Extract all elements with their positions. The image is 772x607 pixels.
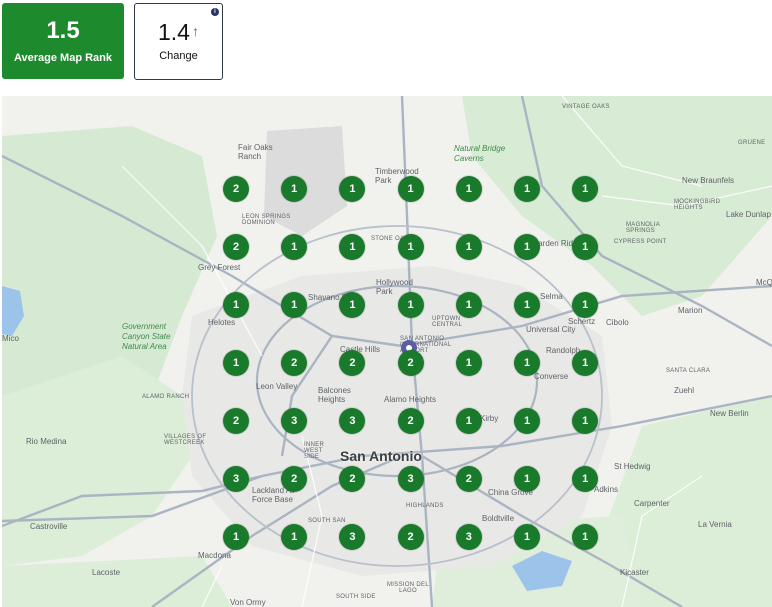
map-label: Carpenter — [634, 499, 670, 508]
map-label: HIGHLANDS — [406, 503, 444, 509]
rank-pin[interactable]: 1 — [397, 292, 424, 318]
rank-pin[interactable]: 1 — [455, 350, 482, 376]
rank-pin[interactable]: 2 — [281, 350, 308, 376]
map-label: Kirby — [480, 414, 499, 423]
rank-pin[interactable]: 3 — [455, 524, 482, 550]
rank-pin[interactable]: 1 — [455, 408, 482, 434]
rank-pin[interactable]: 1 — [514, 234, 540, 260]
rank-pin[interactable]: 1 — [572, 234, 599, 260]
rank-pin[interactable]: 1 — [281, 524, 308, 550]
map-label: Castroville — [30, 522, 68, 531]
rank-pin[interactable]: 1 — [514, 350, 540, 376]
map-label: INNER WEST SIDE — [304, 442, 325, 460]
arrow-up-icon: ↑ — [191, 23, 199, 39]
rank-pin[interactable]: 1 — [514, 466, 540, 492]
rank-pin[interactable]: 2 — [397, 524, 424, 550]
rank-pin[interactable]: 1 — [223, 524, 249, 550]
rank-pin[interactable]: 1 — [514, 176, 540, 202]
rank-pin[interactable]: 2 — [281, 466, 308, 492]
rank-pin[interactable]: 1 — [281, 234, 308, 260]
rank-pin[interactable]: 1 — [514, 524, 540, 550]
map-label: Converse — [534, 372, 569, 381]
change-value: 1.4 — [158, 19, 190, 45]
city-label: San Antonio — [340, 448, 422, 464]
map-label: Alamo Heights — [384, 395, 437, 404]
map-label: Helotes — [208, 318, 236, 327]
map-label: CYPRESS POINT — [614, 239, 667, 245]
map-label: Zuehl — [674, 386, 695, 395]
map-label: Grey Forest — [198, 263, 241, 272]
map-label: Fair Oaks Ranch — [238, 143, 273, 161]
rank-pin[interactable]: 1 — [223, 292, 249, 318]
map-label: Kicaster — [620, 568, 649, 577]
map-label: McQ — [756, 278, 772, 287]
rank-pin[interactable]: 2 — [397, 350, 424, 376]
map-label: UPTOWN CENTRAL — [432, 316, 463, 328]
map-label: Macdona — [198, 551, 231, 560]
map-label: Mico — [2, 334, 19, 343]
map-label: Leon Valley — [256, 382, 298, 391]
rank-pin[interactable]: 1 — [572, 524, 599, 550]
rank-pin[interactable]: 1 — [572, 350, 599, 376]
map-label: GRUENE — [738, 140, 766, 146]
average-map-rank-value: 1.5 — [46, 17, 80, 44]
rank-pin[interactable]: 1 — [572, 176, 599, 202]
map-label: SOUTH SAN — [308, 518, 346, 524]
map-label: Balcones Heights — [318, 386, 351, 404]
map-label: MISSION DEL LAGO — [387, 582, 429, 594]
rank-pin[interactable]: 3 — [397, 466, 424, 492]
rank-pin[interactable]: 2 — [223, 408, 249, 434]
rank-pin[interactable]: 1 — [397, 176, 424, 202]
map-label: MAGNOLIA SPRINGS — [626, 222, 660, 234]
map-label: Government Canyon State Natural Area — [122, 322, 171, 351]
rank-pin[interactable]: 1 — [514, 292, 540, 318]
rank-pin[interactable]: 1 — [397, 234, 424, 260]
rank-pin[interactable]: 1 — [281, 292, 308, 318]
change-value-row: 1.4 ↑ — [135, 19, 222, 46]
rank-grid-map[interactable]: VINTAGE OAKS Fair Oaks Ranch Timberwood … — [2, 96, 772, 607]
change-label: Change — [159, 50, 198, 62]
map-label: Natural Bridge Caverns — [454, 144, 506, 163]
map-label: LEON SPRINGS DOMINION — [242, 214, 291, 226]
rank-pin[interactable]: 2 — [223, 234, 249, 260]
map-label: Cibolo — [606, 318, 629, 327]
map-label: ALAMO RANCH — [142, 394, 190, 400]
rank-pin[interactable]: 2 — [397, 408, 424, 434]
map-label: Von Ormy — [230, 598, 266, 607]
rank-pin[interactable]: 3 — [223, 466, 249, 492]
map-label: SANTA CLARA — [666, 368, 711, 374]
rank-pin[interactable]: 1 — [455, 234, 482, 260]
map-label: SOUTH SIDE — [336, 594, 376, 600]
map-label: New Berlin — [710, 409, 749, 418]
map-label: Marion — [678, 306, 703, 315]
rank-pin[interactable]: 1 — [572, 292, 599, 318]
rank-pin[interactable]: 2 — [223, 176, 249, 202]
map-label: Boldtville — [482, 514, 515, 523]
map-label: New Braunfels — [682, 176, 735, 185]
rank-pin[interactable]: 1 — [572, 466, 599, 492]
map-label: Lacoste — [92, 568, 121, 577]
rank-pin[interactable]: 2 — [455, 466, 482, 492]
map-label: Universal City — [526, 325, 576, 334]
average-map-rank-card: 1.5 Average Map Rank — [2, 3, 124, 79]
map-label: Selma — [540, 292, 563, 301]
map-label: Rio Medina — [26, 437, 67, 446]
rank-pin[interactable]: 1 — [223, 350, 249, 376]
rank-pin[interactable]: 1 — [572, 408, 599, 434]
map-label: MOCKINGBIRD HEIGHTS — [674, 199, 721, 211]
average-map-rank-label: Average Map Rank — [13, 52, 113, 64]
rank-pin[interactable]: 3 — [281, 408, 308, 434]
map-label: VINTAGE OAKS — [562, 104, 610, 110]
rank-pin[interactable]: 1 — [281, 176, 308, 202]
map-label: VILLAGES OF WESTCREEK — [164, 434, 207, 446]
info-icon[interactable]: i — [211, 8, 219, 16]
rank-pin[interactable]: 1 — [455, 292, 482, 318]
map-label: La Vernia — [698, 520, 732, 529]
rank-pin[interactable]: 1 — [514, 408, 540, 434]
map-label: St Hedwig — [614, 462, 651, 471]
change-card: i 1.4 ↑ Change — [134, 3, 223, 80]
map-label: Adkins — [594, 485, 619, 494]
map-label: Lake Dunlap — [726, 210, 771, 219]
rank-pin[interactable]: 1 — [455, 176, 482, 202]
